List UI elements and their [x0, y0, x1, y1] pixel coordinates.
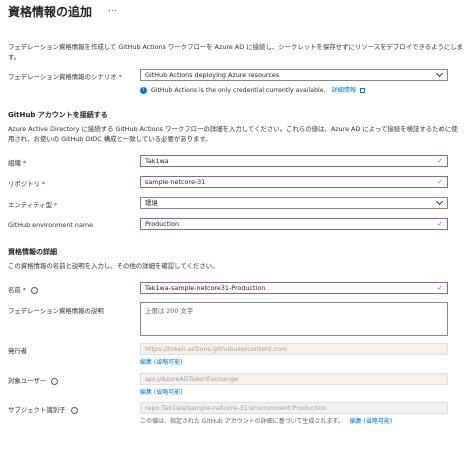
description-textarea[interactable]: 上限は 200 文字: [140, 302, 448, 336]
audience-edit-link[interactable]: 編集 (省略可能): [140, 387, 183, 396]
repo-input[interactable]: sample-netcore-31 ✓: [140, 176, 448, 188]
env-value: Production: [145, 220, 179, 228]
info-icon[interactable]: [51, 377, 59, 385]
check-icon: ✓: [437, 178, 443, 186]
check-icon: ✓: [437, 220, 443, 228]
subject-edit-link[interactable]: 編集 (省略可能): [350, 418, 393, 425]
entity-label: エンティティ型 *: [8, 200, 57, 209]
repo-label: リポジトリ *: [8, 179, 45, 188]
audience-value: api://AzureADTokenExchange: [145, 375, 239, 383]
learn-more-link[interactable]: 詳細情報: [331, 87, 356, 94]
name-label: 名前 *: [8, 285, 39, 294]
scenario-value: GitHub Actions deploying Azure resources: [145, 71, 280, 79]
audience-label-text: 対象ユーザー: [8, 377, 47, 385]
entity-dropdown[interactable]: 環境: [140, 197, 448, 209]
page-title: 資格情報の追加: [8, 5, 93, 19]
scenario-label-text: フェデレーション資格情報のシナリオ: [8, 73, 117, 81]
name-value: Tak1wa-sample-netcore31-Production: [145, 284, 266, 292]
name-label-text: 名前: [8, 286, 21, 294]
org-value: Tak1wa: [145, 157, 169, 165]
org-label: 組織 *: [8, 158, 26, 167]
issuer-value: https://token.actions.githubusercontent.…: [145, 345, 288, 353]
check-icon: ✓: [437, 284, 443, 292]
more-options-button[interactable]: …: [108, 4, 118, 14]
org-label-text: 組織: [8, 159, 21, 167]
required-marker: *: [42, 180, 46, 188]
repo-label-text: リポジトリ: [8, 180, 40, 188]
required-marker: *: [22, 286, 27, 294]
env-input[interactable]: Production ✓: [140, 218, 448, 230]
audience-label: 対象ユーザー: [8, 376, 59, 385]
org-input[interactable]: Tak1wa ✓: [140, 155, 448, 167]
subject-value: repo:Tak1wa/sample-netcore-31:environmen…: [145, 404, 327, 412]
subject-hint-text: この値は、指定された GitHub アカウントの詳細に基づいて生成されます。: [140, 418, 344, 425]
details-description: この資格情報の名前と説明を入力し、その他の詳細を確認してください。: [8, 262, 219, 270]
connect-description: Azure Active Directory に接続する GitHub Acti…: [8, 125, 458, 143]
scenario-info-text: GitHub Actions is the only credential cu…: [150, 87, 326, 94]
info-icon[interactable]: [31, 286, 39, 294]
info-icon[interactable]: [70, 406, 78, 414]
required-marker: *: [22, 159, 27, 167]
repo-value: sample-netcore-31: [145, 178, 206, 186]
scenario-label: フェデレーション資格情報のシナリオ *: [8, 72, 122, 81]
chevron-down-icon: [435, 197, 444, 206]
subject-label: サブジェクト識別子: [8, 405, 78, 414]
subject-hint: この値は、指定された GitHub アカウントの詳細に基づいて生成されます。 編…: [140, 416, 392, 425]
entity-label-text: エンティティ型: [8, 201, 52, 209]
env-label: GitHub environment name: [8, 221, 94, 229]
name-input[interactable]: Tak1wa-sample-netcore31-Production ✓: [140, 282, 448, 294]
external-link-icon: [360, 87, 366, 93]
audience-input: api://AzureADTokenExchange: [140, 373, 448, 385]
chevron-down-icon: [435, 69, 444, 78]
check-icon: ✓: [437, 157, 443, 165]
description-label: フェデレーション資格情報の説明: [8, 307, 104, 315]
issuer-edit-link[interactable]: 編集 (省略可能): [140, 357, 183, 366]
issuer-input: https://token.actions.githubusercontent.…: [140, 343, 448, 355]
details-heading: 資格情報の詳細: [8, 248, 57, 256]
connect-heading: GitHub アカウントを接続する: [8, 111, 108, 119]
scenario-info: i GitHub Actions is the only credential …: [140, 85, 366, 94]
scenario-dropdown[interactable]: GitHub Actions deploying Azure resources: [140, 69, 448, 81]
description-placeholder: 上限は 200 文字: [145, 307, 194, 315]
required-marker: *: [54, 201, 58, 209]
required-marker: *: [118, 73, 122, 81]
subject-input: repo:Tak1wa/sample-netcore-31:environmen…: [140, 402, 448, 414]
entity-value: 環境: [145, 199, 158, 207]
subject-label-text: サブジェクト識別子: [8, 406, 66, 414]
info-icon: i: [140, 86, 147, 94]
issuer-label: 発行者: [8, 347, 28, 355]
intro-description: フェデレーション資格情報を作成して GitHub Actions ワークフローを…: [8, 43, 464, 61]
